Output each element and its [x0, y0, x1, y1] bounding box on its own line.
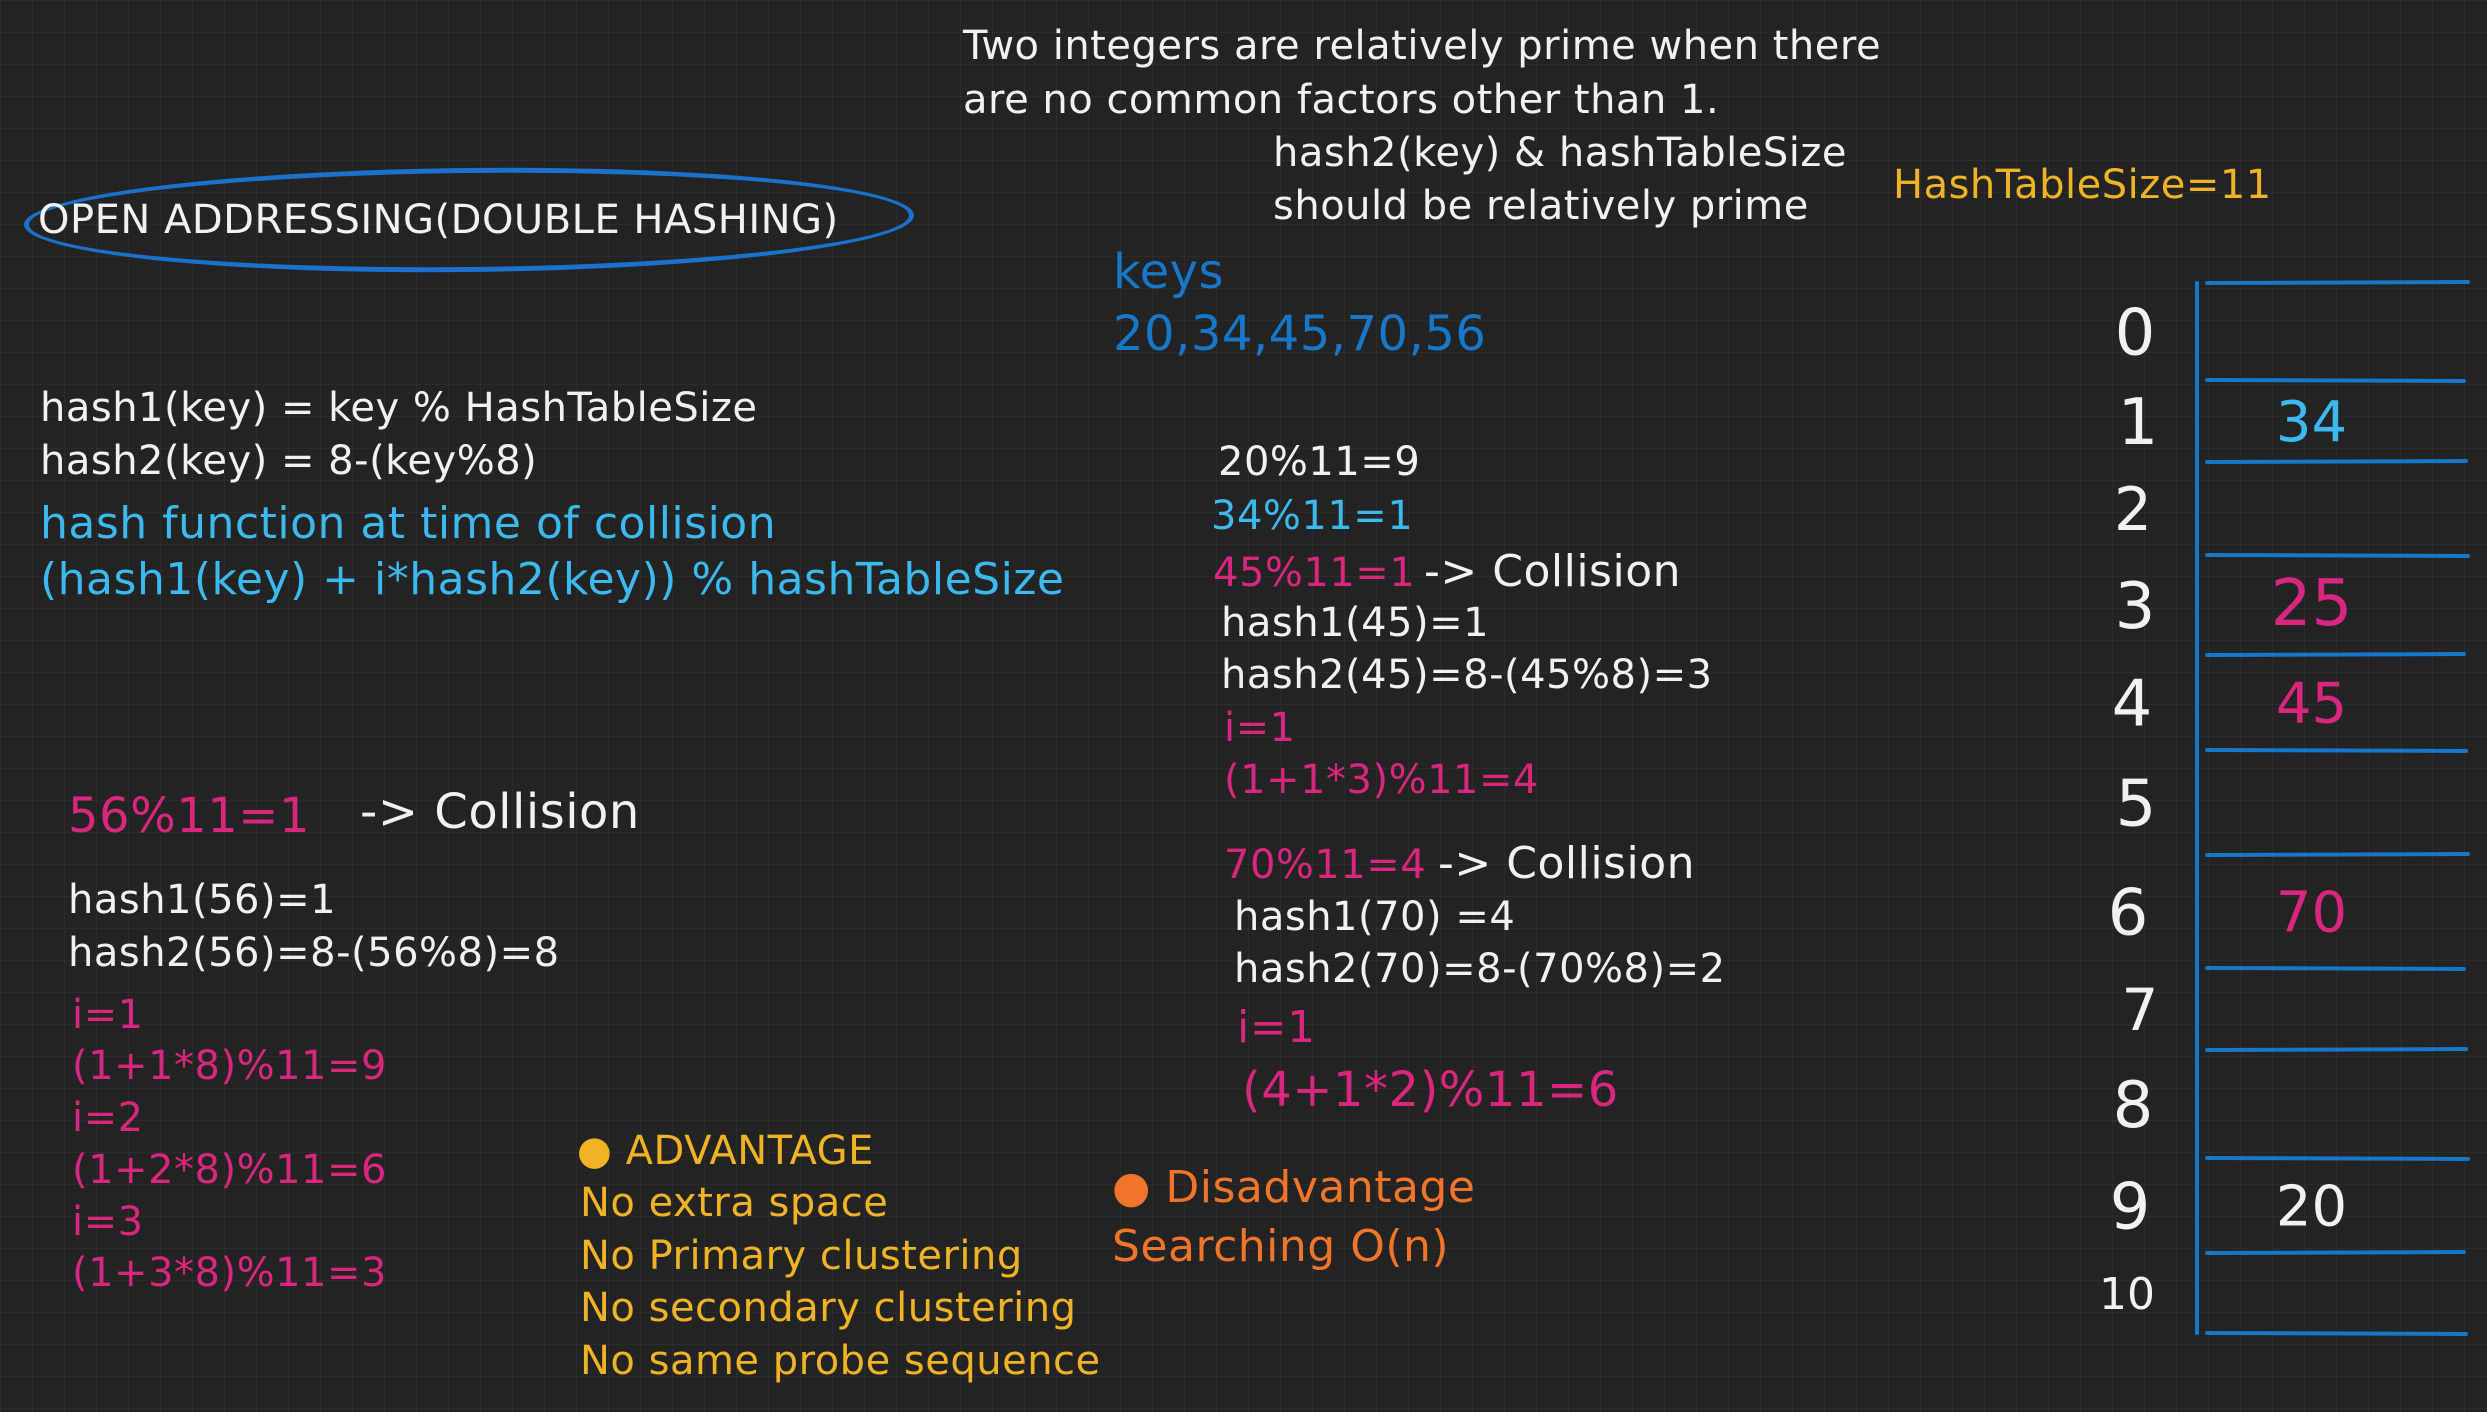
table-index-label: 0 [2115, 297, 2156, 371]
table-row-divider [2205, 280, 2470, 285]
table-row-divider [2205, 652, 2466, 657]
table-row-divider [2205, 1047, 2468, 1052]
table-slot-value: 34 [2276, 390, 2347, 455]
table-row-divider [2205, 1250, 2466, 1255]
hash-table-values: 34 25 45 70 20 [2271, 390, 2352, 1240]
table-index-label: 10 [2099, 1269, 2155, 1320]
table-slot-value: 20 [2276, 1175, 2347, 1240]
table-index-label: 5 [2116, 768, 2157, 842]
table-row-divider [2205, 1156, 2470, 1161]
table-index-label: 9 [2110, 1171, 2151, 1245]
table-index-label: 2 [2114, 475, 2152, 545]
hash-table-indices: 0 1 2 3 4 5 6 7 8 9 10 [2099, 297, 2158, 1320]
table-index-label: 6 [2108, 877, 2149, 951]
table-index-label: 1 [2118, 386, 2159, 460]
table-row-divider [2205, 1331, 2468, 1336]
table-index-label: 8 [2113, 1069, 2154, 1143]
table-index-label: 7 [2122, 976, 2159, 1044]
table-row-divider [2205, 748, 2468, 753]
table-row-divider [2205, 553, 2470, 558]
table-index-label: 4 [2112, 668, 2153, 742]
hash-table: 012345678910 3425457020 [2099, 280, 2470, 1336]
table-slot-value: 70 [2276, 881, 2347, 946]
table-row-divider [2205, 852, 2470, 857]
table-row-divider [2205, 966, 2466, 971]
table-row-divider [2205, 378, 2466, 383]
table-slot-value: 45 [2276, 672, 2347, 737]
table-slot-value: 25 [2271, 567, 2352, 641]
table-index-label: 3 [2115, 570, 2156, 644]
table-row-divider [2205, 459, 2468, 464]
